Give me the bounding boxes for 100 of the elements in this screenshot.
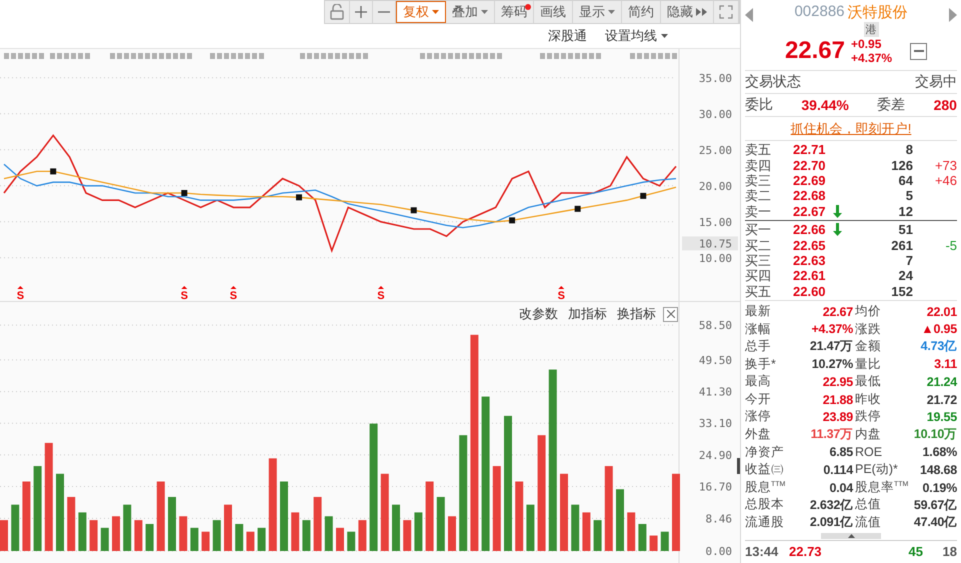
volume-bar: [258, 528, 266, 551]
order-level-label: 买一: [745, 222, 772, 238]
stat-label: ROE: [855, 444, 884, 461]
volume-bar: [515, 482, 524, 551]
stat-label: 均价: [855, 302, 882, 320]
trade-time: 13:44: [745, 544, 780, 560]
stat-label: 最新: [745, 302, 772, 320]
order-level-label: 卖五: [745, 142, 772, 158]
stat-label: 总值: [855, 496, 882, 514]
volume-bar: [67, 496, 76, 551]
order-level-label: 卖一: [745, 204, 772, 219]
order-volume: 64: [898, 172, 913, 188]
volume-bar: [123, 504, 132, 551]
stat-label: 涨跌: [855, 320, 882, 338]
volume-bar: [291, 512, 300, 551]
chart-link[interactable]: 设置均线: [603, 27, 670, 45]
axis-tick-label: 20.00: [698, 180, 732, 193]
diff-label: 委差: [877, 96, 906, 114]
order-price: 22.65: [793, 238, 827, 253]
volume-bar: [90, 520, 98, 551]
stat-label: 昨收: [855, 390, 882, 408]
order-volume: 51: [898, 222, 913, 238]
volume-bar: [212, 520, 221, 551]
order-level-label: 卖三: [745, 172, 772, 188]
marker-square: [509, 217, 516, 224]
marker-square: [296, 194, 302, 200]
order-volume: 5: [904, 188, 913, 204]
volume-bar: [314, 496, 322, 551]
stat-value: 148.68: [918, 463, 957, 478]
stat-value: 6.85: [828, 445, 853, 460]
volume-change: +46: [934, 172, 957, 188]
stat-value: 59.67亿: [914, 496, 957, 514]
order-price: 22.67: [793, 204, 827, 219]
axis-tick-label: 25.00: [698, 144, 732, 157]
volume-bar: [112, 516, 120, 551]
next-arrow-icon[interactable]: [949, 8, 957, 22]
volume-bar: [146, 524, 154, 551]
toolbar-button[interactable]: 复权: [396, 1, 446, 23]
stat-label: 收益㈢: [745, 461, 785, 478]
splitter-handle[interactable]: [737, 458, 740, 474]
previous-arrow-icon[interactable]: [745, 8, 753, 22]
axis-tick-label: 35.00: [698, 72, 732, 85]
order-price: 22.61: [793, 268, 827, 284]
order-volume: 126: [890, 158, 913, 173]
caret-icon: [481, 10, 488, 14]
caret-icon: [608, 10, 615, 14]
volume-bar: [403, 520, 412, 551]
volume-bar: [627, 512, 636, 551]
collapse-button[interactable]: [910, 42, 928, 60]
volume-bar: [246, 532, 254, 551]
axis-tick-label: 15.00: [698, 216, 732, 229]
axis-tick-label: 33.10: [698, 417, 732, 430]
expand-handle[interactable]: [821, 532, 881, 539]
stat-value: 2.091亿: [808, 514, 853, 532]
ratio-label: 委比: [745, 96, 773, 114]
stat-label: PE(动)*: [855, 461, 899, 478]
trade-count: 18: [942, 544, 957, 560]
marker-square: [50, 168, 56, 174]
indicator-button[interactable]: 改参数: [516, 305, 561, 323]
up-triangle-icon: [848, 534, 854, 538]
fullscreen-icon: [719, 5, 733, 19]
volume-bar: [414, 512, 422, 551]
stat-value: ▲0.95: [920, 322, 957, 336]
order-level-label: 卖四: [745, 158, 772, 173]
axis-tick-label: 58.50: [698, 319, 732, 332]
caret-icon: [661, 34, 668, 38]
axis-tick-label: 41.30: [698, 386, 732, 399]
caret-icon: [432, 10, 439, 14]
indicator-button[interactable]: 换指标: [614, 305, 659, 323]
order-price: 22.69: [793, 172, 827, 188]
order-price: 22.68: [793, 188, 827, 204]
plus-icon: [355, 6, 367, 18]
axis-tick-label: 24.90: [698, 448, 732, 462]
order-level-label: 买三: [745, 252, 772, 268]
ratio-value: 39.44%: [801, 97, 849, 113]
order-price: 22.71: [793, 142, 827, 158]
status-label: 交易状态: [745, 73, 801, 91]
volume-bar: [347, 532, 356, 551]
volume-bar: [11, 504, 20, 551]
volume-bar: [660, 532, 669, 551]
chart-link[interactable]: 深股通: [546, 27, 589, 45]
stat-label: 涨幅: [745, 320, 772, 338]
stat-value: 0.114: [822, 463, 853, 478]
marker-square: [640, 192, 646, 199]
volume-bar: [0, 520, 8, 551]
close-button[interactable]: [663, 306, 678, 322]
indicator-button[interactable]: 加指标: [565, 305, 610, 323]
stat-value: 1.68%: [922, 445, 957, 460]
marker-square: [410, 207, 417, 214]
stat-label: 总手: [745, 338, 772, 356]
volume-bar: [616, 489, 624, 551]
volume-bar: [190, 528, 198, 551]
stat-label: 换手*: [745, 356, 777, 373]
order-volume: 261: [890, 238, 913, 253]
order-volume: 24: [898, 268, 913, 284]
volume-bar: [336, 528, 344, 551]
order-level-label: 买二: [745, 238, 772, 253]
volume-bar: [235, 524, 244, 551]
open-account-link[interactable]: 抓住机会，即刻开户!: [790, 120, 912, 138]
volume-bar: [78, 512, 86, 551]
